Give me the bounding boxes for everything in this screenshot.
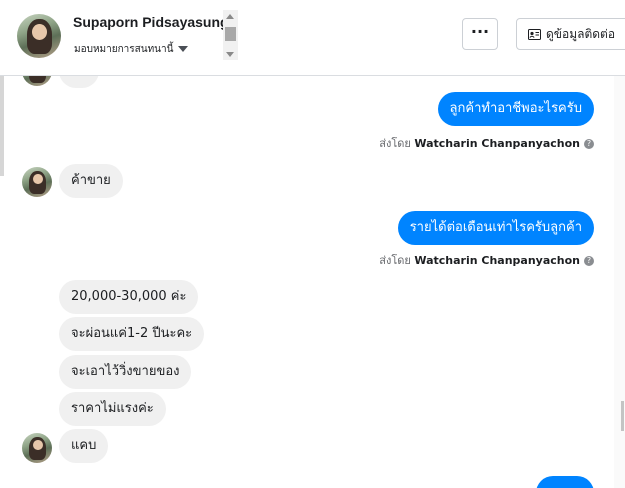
info-icon[interactable]: ?	[584, 139, 594, 149]
chat-scrollbar[interactable]	[614, 76, 625, 488]
contact-avatar[interactable]	[17, 14, 61, 58]
message-bubble-incoming[interactable]: ราคาไม่แรงค่ะ	[59, 392, 166, 426]
conversation-header: Supaporn Pidsayasung มอบหมายการสนทนานี้ …	[0, 0, 625, 76]
contact-avatar-small	[22, 76, 52, 86]
sent-by-prefix: ส่งโดย	[379, 137, 411, 150]
view-contact-label: ดูข้อมูลติดต่อ	[546, 27, 616, 41]
sent-by-author: Watcharin Chanpanyachon	[414, 254, 580, 267]
message-list[interactable]: ลูกค้าทำอาชีพอะไรครับ ส่งโดย Watcharin C…	[0, 76, 612, 488]
sent-by-label: ส่งโดย Watcharin Chanpanyachon?	[379, 251, 594, 269]
sent-by-author: Watcharin Chanpanyachon	[414, 137, 580, 150]
header-scrollbar[interactable]	[223, 10, 238, 60]
scroll-down-icon[interactable]	[226, 52, 234, 57]
message-bubble-outgoing[interactable]: รายได้ต่อเดือนเท่าไรครับลูกค้า	[397, 211, 594, 245]
info-icon[interactable]: ?	[584, 256, 594, 266]
scroll-thumb[interactable]	[225, 27, 236, 41]
contact-avatar-small	[22, 167, 52, 197]
contact-avatar-small	[22, 433, 52, 463]
message-bubble-outgoing[interactable]: ลูกค้าทำอาชีพอะไรครับ	[437, 92, 594, 126]
more-options-button[interactable]: ···	[462, 18, 498, 50]
message-bubble-incoming[interactable]: ค้าขาย	[59, 164, 123, 198]
sent-by-prefix: ส่งโดย	[379, 254, 411, 267]
assign-label: มอบหมายการสนทนานี้	[74, 44, 174, 55]
contact-card-icon	[528, 29, 541, 40]
assign-conversation-dropdown[interactable]: มอบหมายการสนทนานี้	[74, 42, 189, 57]
message-bubble-incoming[interactable]: แคบ	[59, 429, 109, 463]
partial-message-bubble	[59, 76, 99, 88]
caret-down-icon	[178, 46, 189, 52]
partial-message-bubble-outgoing	[536, 476, 594, 488]
message-bubble-incoming[interactable]: จะเอาไว้วิ่งขายของ	[59, 355, 192, 389]
contact-name[interactable]: Supaporn Pidsayasung	[73, 14, 229, 30]
view-contact-button[interactable]: ดูข้อมูลติดต่อ	[516, 18, 625, 50]
message-bubble-incoming[interactable]: จะผ่อนแค่1-2 ปีนะคะ	[59, 317, 205, 351]
scroll-thumb[interactable]	[621, 401, 624, 431]
message-bubble-incoming[interactable]: 20,000-30,000 ค่ะ	[59, 280, 199, 314]
sent-by-label: ส่งโดย Watcharin Chanpanyachon?	[379, 134, 594, 152]
scroll-up-icon[interactable]	[226, 14, 234, 19]
